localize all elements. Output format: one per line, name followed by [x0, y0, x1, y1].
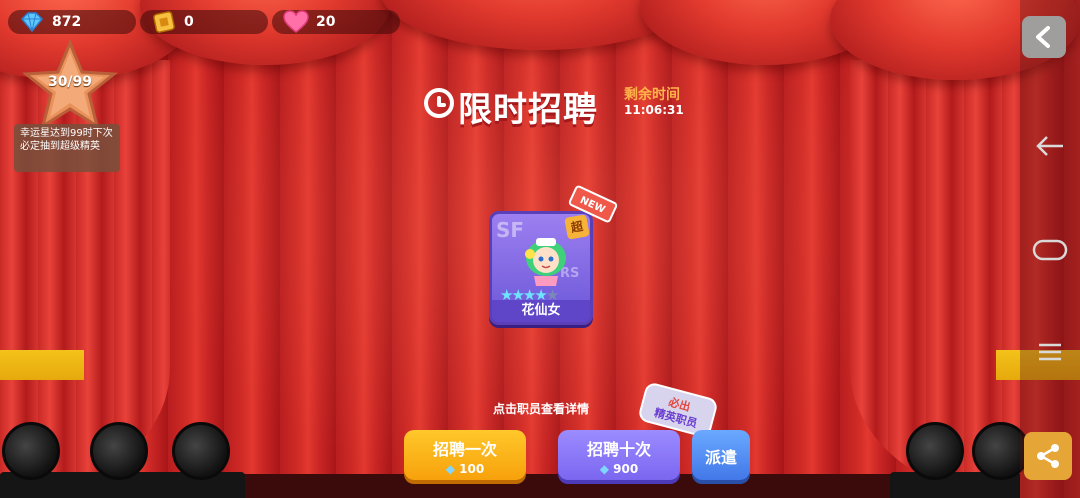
- lucky-star-badge[interactable]: 30/99: [22, 40, 118, 130]
- spotlight: [172, 422, 230, 480]
- share-icon: [1037, 444, 1059, 468]
- lucky-star-note: 幸运星达到99时下次必定抽到超级精英: [14, 124, 120, 172]
- collapse-button[interactable]: [1022, 16, 1066, 58]
- remaining-time-value: 11:06:31: [624, 103, 684, 117]
- home-icon: [1032, 239, 1068, 261]
- dispatch-label: 派遣: [704, 448, 737, 467]
- gem-count: 872: [52, 14, 82, 30]
- recruit-ten-button[interactable]: 招聘十次 ◆ 900: [558, 430, 680, 480]
- dispatch-button[interactable]: 派遣: [692, 430, 750, 480]
- gem-icon: ◆: [599, 462, 609, 476]
- event-title: 限时招聘: [458, 90, 598, 130]
- spotlight: [90, 422, 148, 480]
- recruit-ten-cost-row: ◆ 900: [558, 462, 680, 476]
- recruit-once-button[interactable]: 招聘一次 ◆ 100: [404, 430, 526, 480]
- gem-counter[interactable]: 872: [8, 10, 136, 34]
- ticket-counter[interactable]: 0: [140, 10, 268, 34]
- lucky-star-progress: 30/99: [47, 74, 93, 90]
- rarity-badge: 超: [564, 214, 590, 240]
- gem-icon: [18, 8, 46, 36]
- clock-icon: [424, 88, 454, 118]
- heart-counter[interactable]: 20: [272, 10, 400, 34]
- ticket-count: 0: [184, 14, 194, 30]
- heart-count: 20: [316, 14, 336, 30]
- heart-icon: [282, 8, 310, 36]
- nav-back-button[interactable]: [1030, 126, 1070, 166]
- character-name: 花仙女: [492, 300, 590, 322]
- recruit-once-cost-row: ◆ 100: [404, 462, 526, 476]
- tap-hint: 点击职员查看详情: [492, 402, 589, 416]
- ticket-icon: [150, 8, 178, 36]
- menu-icon: [1039, 343, 1061, 361]
- recruit-once-label: 招聘一次: [432, 440, 497, 459]
- recruit-once-cost: 100: [459, 462, 485, 476]
- gem-icon: ◆: [445, 462, 455, 476]
- recruit-ten-label: 招聘十次: [586, 440, 651, 459]
- nav-home-button[interactable]: [1030, 230, 1070, 270]
- left-curtain-tieback: [0, 350, 84, 380]
- chevron-left-icon: [1036, 26, 1050, 48]
- spotlight: [2, 422, 60, 480]
- recruit-ten-cost: 900: [613, 462, 639, 476]
- share-button[interactable]: [1024, 432, 1072, 480]
- back-arrow-icon: [1036, 136, 1063, 156]
- nav-menu-button[interactable]: [1030, 332, 1070, 372]
- spotlight: [906, 422, 964, 480]
- remaining-time-label: 剩余时间: [624, 87, 680, 103]
